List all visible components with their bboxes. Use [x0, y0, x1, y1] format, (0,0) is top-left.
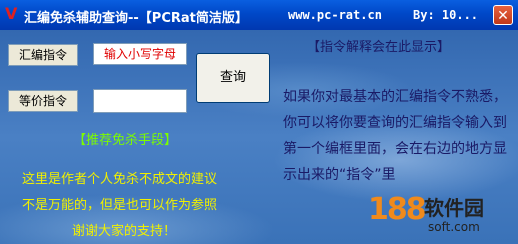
- advice-line-2: 不是万能的，但是也可以作为参照: [22, 198, 218, 213]
- app-icon: V: [5, 4, 18, 23]
- hint-title: 【指令解释会在此显示】: [307, 40, 451, 55]
- close-icon: ✕: [497, 8, 509, 24]
- equivalent-instruction-input[interactable]: [93, 89, 187, 113]
- recommend-title: 【推荐免杀手段】: [73, 133, 178, 148]
- equivalent-instruction-label: 等价指令: [8, 90, 78, 112]
- query-button[interactable]: 查询: [196, 53, 270, 103]
- advice-line-3: 谢谢大家的支持！: [72, 224, 177, 239]
- watermark-url: soft.com: [428, 220, 480, 234]
- watermark-name: 软件园: [424, 196, 484, 220]
- close-button[interactable]: ✕: [493, 5, 513, 25]
- watermark-number: 188: [368, 192, 427, 227]
- title-author: By: 10...: [413, 8, 479, 22]
- title-bar: V 汇编免杀辅助查询--【PCRat简洁版】 www.pc-rat.cn By:…: [0, 0, 518, 30]
- watermark-logo: 188 软件园 soft.com: [362, 190, 518, 244]
- hint-body: 如果你对最基本的汇编指令不熟悉，你可以将你要查询的汇编指令输入到第一个编框里面，…: [283, 89, 507, 183]
- title-url: www.pc-rat.cn: [288, 8, 382, 22]
- asm-instruction-label: 汇编指令: [8, 44, 78, 66]
- advice-line-1: 这里是作者个人免杀不成文的建议: [22, 172, 218, 187]
- window-title: 汇编免杀辅助查询--【PCRat简洁版】: [24, 11, 248, 26]
- asm-instruction-input[interactable]: 输入小写字母: [93, 43, 187, 65]
